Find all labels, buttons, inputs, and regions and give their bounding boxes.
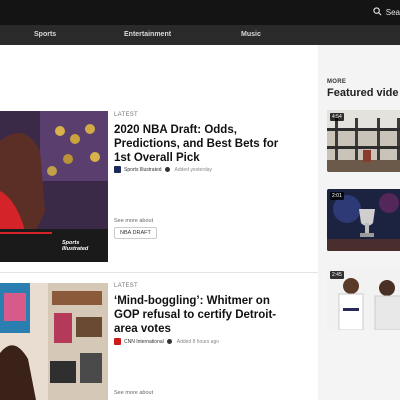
article-image[interactable] [0, 283, 108, 400]
search-icon [373, 7, 382, 18]
source-name: CNN International [124, 338, 164, 345]
image-brand-label: Sports Illustrated [62, 240, 89, 252]
added-time: Added yesterday [174, 166, 213, 173]
article-kicker: LATEST [114, 283, 139, 289]
added-time: Added 8 hours ago [176, 338, 220, 345]
category-nav: Sports Entertainment Music [0, 25, 400, 45]
topic-tag[interactable]: NBA DRAFT [114, 227, 157, 239]
source-logo-icon [114, 166, 121, 173]
video-duration: 4:54 [330, 113, 344, 121]
see-more-label: See more about [114, 218, 154, 224]
source-logo-icon [114, 338, 121, 345]
category-sports[interactable]: Sports [34, 25, 56, 45]
video-duration: 2:01 [330, 192, 344, 200]
video-thumbnail[interactable]: 2:01 [327, 189, 400, 251]
article-source[interactable]: Sports Illustrated Added yesterday [114, 166, 212, 173]
top-bar: Sea [0, 0, 400, 25]
more-label: MORE [327, 79, 347, 85]
search-label: Sea [385, 8, 400, 17]
article-headline[interactable]: ‘Mind-boggling’: Whitmer on GOP refusal … [114, 294, 284, 336]
interview-image [0, 283, 108, 400]
source-name: Sports Illustrated [124, 166, 162, 173]
category-music[interactable]: Music [241, 25, 261, 45]
featured-videos-rail: MORE Featured vide 4:54 2:01 2:45 [318, 45, 400, 400]
see-more-label: See more about [114, 390, 154, 396]
video-thumbnail[interactable]: 4:54 [327, 110, 400, 172]
video-duration: 2:45 [330, 271, 344, 279]
article-kicker: LATEST [114, 112, 139, 118]
verified-icon [164, 167, 170, 172]
search-button[interactable]: Sea [373, 0, 400, 25]
category-entertainment[interactable]: Entertainment [124, 25, 171, 45]
article-source[interactable]: CNN International Added 8 hours ago [114, 338, 219, 345]
article-headline[interactable]: 2020 NBA Draft: Odds, Predictions, and B… [114, 123, 284, 165]
video-thumbnail[interactable]: 2:45 [327, 268, 400, 330]
featured-videos-title: Featured vide [327, 87, 399, 99]
verified-icon [166, 339, 172, 344]
article-image[interactable]: Sports Illustrated [0, 111, 108, 262]
divider [0, 272, 318, 273]
